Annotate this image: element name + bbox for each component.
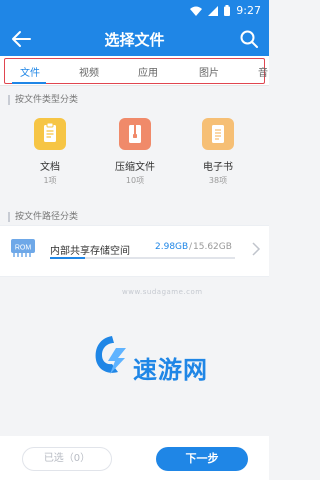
file-type-documents[interactable]: 文档 1项	[10, 118, 90, 186]
file-type-name: 电子书	[203, 162, 233, 173]
file-type-name: 文档	[40, 162, 60, 173]
category-tabs: 文件 视频 应用 图片 音	[0, 56, 269, 86]
storage-used: 2.98GB	[155, 242, 189, 252]
document-icon	[34, 118, 66, 150]
watermark-logo-icon	[95, 336, 126, 374]
file-type-count: 1项	[43, 176, 57, 185]
bottom-action-bar: 已选（0） 下一步	[0, 436, 269, 480]
storage-total: 15.62GB	[193, 242, 232, 252]
archive-icon	[119, 118, 151, 150]
status-time: 9:27	[236, 4, 261, 17]
rom-label: ROM	[15, 245, 32, 252]
storage-item-internal[interactable]: ROM 内部共享存储空间 2.98GB / 15.62GB	[0, 225, 269, 277]
section-label-by-path: 按文件路径分类	[8, 212, 78, 222]
wifi-icon	[190, 6, 203, 16]
watermark-url: www.sudagame.com	[122, 288, 203, 296]
tabs-highlight-outline	[4, 58, 265, 84]
storage-name: 内部共享存储空间	[50, 246, 130, 257]
battery-icon	[224, 5, 231, 16]
tab-videos[interactable]: 视频	[79, 64, 99, 79]
storage-progress-fill	[50, 257, 86, 259]
tab-files[interactable]: 文件	[20, 64, 40, 79]
next-step-button[interactable]: 下一步	[156, 447, 248, 471]
file-type-count: 10项	[125, 176, 145, 185]
search-icon[interactable]	[239, 29, 259, 49]
page-title: 选择文件	[104, 31, 165, 49]
rom-chip-icon: ROM	[11, 239, 35, 257]
status-icons: 9:27	[190, 4, 261, 17]
empty-content-area: www.sudagame.com 速游网	[0, 278, 269, 436]
file-type-grid: 文档 1项 压缩文件 10项 电子书 38项	[0, 106, 269, 194]
tab-apps[interactable]: 应用	[138, 64, 158, 79]
storage-progress-bar	[50, 257, 235, 259]
app-bar: 选择文件	[0, 22, 269, 56]
storage-separator: /	[189, 242, 193, 252]
file-type-archives[interactable]: 压缩文件 10项	[95, 118, 175, 186]
file-type-name: 压缩文件	[115, 162, 155, 173]
signal-icon	[208, 5, 219, 16]
status-bar: 9:27	[0, 0, 269, 22]
section-label-by-type: 按文件类型分类	[8, 95, 78, 105]
watermark-brand: 速游网	[133, 356, 208, 384]
selected-count-button[interactable]: 已选（0）	[22, 447, 112, 471]
active-tab-indicator	[12, 82, 46, 84]
chevron-right-icon	[252, 242, 261, 256]
tab-images[interactable]: 图片	[199, 64, 219, 79]
watermark: www.sudagame.com 速游网	[0, 278, 269, 436]
file-type-count: 38项	[208, 176, 228, 185]
tab-audio[interactable]: 音	[258, 64, 268, 79]
file-type-ebooks[interactable]: 电子书 38项	[178, 118, 258, 186]
ebook-icon	[202, 118, 234, 150]
